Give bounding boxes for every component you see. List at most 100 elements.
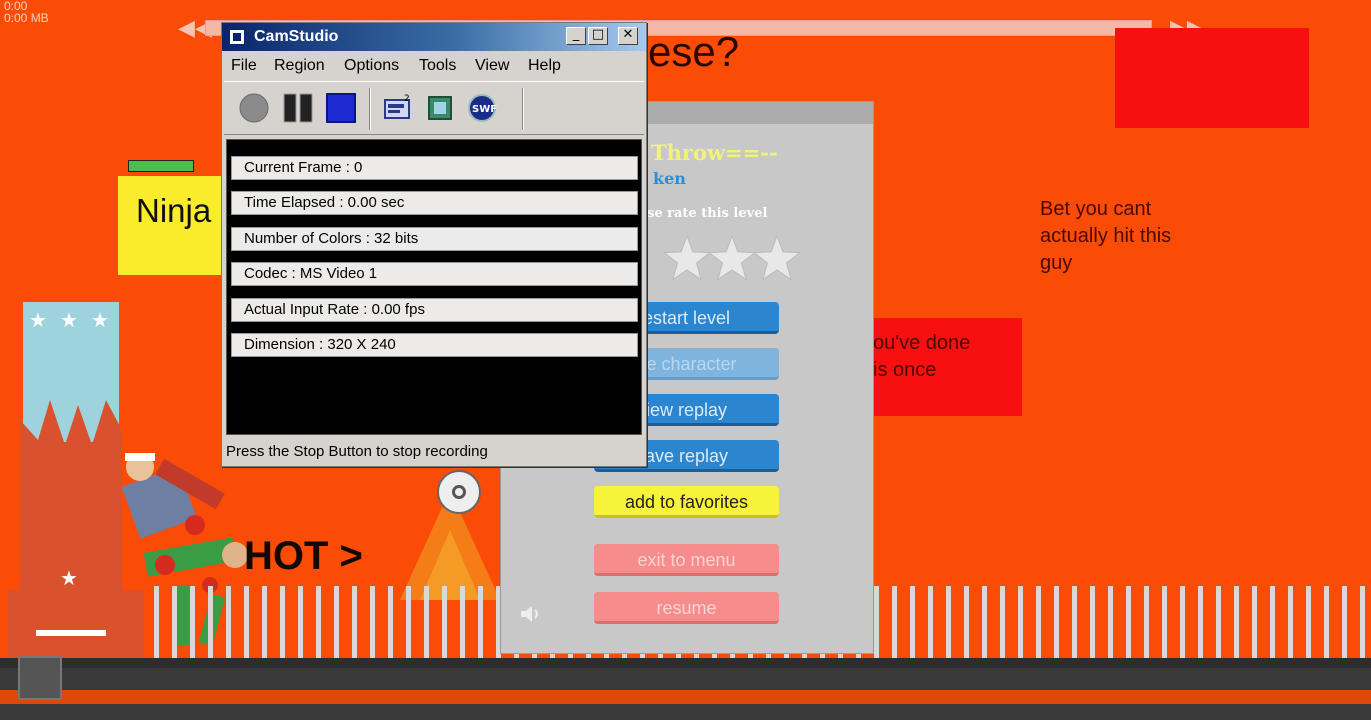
menu-options[interactable]: Options [344, 57, 399, 75]
fence-post [1144, 586, 1149, 658]
fence-post [1036, 586, 1041, 658]
fence-post [172, 586, 177, 658]
rating-star-icon[interactable] [752, 234, 802, 281]
rate-level-label: se rate this level [647, 206, 768, 221]
stop-icon[interactable] [325, 92, 357, 124]
annotation-icon[interactable] [424, 92, 456, 124]
fence-post [262, 586, 267, 658]
rating-stars[interactable] [647, 230, 807, 290]
fence-post [208, 586, 213, 658]
fence-post [1198, 586, 1203, 658]
window-title: CamStudio [254, 28, 339, 45]
title-bar[interactable]: CamStudio _ □ ✕ [222, 23, 646, 51]
fence-post [1018, 586, 1023, 658]
fence-post [190, 586, 195, 658]
tower-body [20, 400, 122, 590]
fence-post [946, 586, 951, 658]
fence-post [478, 586, 483, 658]
fence-post [928, 586, 933, 658]
toolbar-separator [522, 88, 524, 130]
fence-post [1324, 586, 1329, 658]
fence-post [226, 586, 231, 658]
wheel-icon [437, 470, 481, 514]
recording-overlay: 0:00 0:00 MB [4, 0, 49, 24]
fence-post [352, 586, 357, 658]
minimize-button[interactable]: _ [566, 27, 586, 45]
fence-post [1054, 586, 1059, 658]
fence-post [244, 586, 249, 658]
done-line-2: is once [873, 359, 937, 381]
bet-line-3: guy [1040, 252, 1073, 274]
sound-icon[interactable] [519, 604, 543, 624]
fence-post [1252, 586, 1257, 658]
recording-size: 0:00 MB [4, 11, 49, 25]
menu-file[interactable]: File [231, 57, 257, 75]
fence-post [442, 586, 447, 658]
toolbar-separator [369, 88, 371, 130]
fence-post [1342, 586, 1347, 658]
status-bar-text: Press the Stop Button to stop recording [226, 443, 488, 460]
menu-region[interactable]: Region [274, 57, 325, 75]
rating-star-icon[interactable] [707, 234, 757, 281]
ninja-sign-text: Ninja [136, 192, 212, 229]
fence-post [1090, 586, 1095, 658]
fence-post [406, 586, 411, 658]
fence-post [892, 586, 897, 658]
star-icon: ★ [60, 568, 78, 590]
fence-post [874, 586, 879, 658]
dimension: Dimension : 320 X 240 [231, 333, 638, 357]
fence-post [910, 586, 915, 658]
fence-post [1126, 586, 1131, 658]
resize-icon[interactable] [18, 656, 62, 700]
codec: Codec : MS Video 1 [231, 262, 638, 286]
ground-strip [0, 690, 1371, 704]
fence-post [1000, 586, 1005, 658]
menu-tools[interactable]: Tools [419, 57, 456, 75]
close-button[interactable]: ✕ [618, 27, 638, 45]
star-icon: ★ [60, 310, 78, 332]
fence-post [298, 586, 303, 658]
fence-post [280, 586, 285, 658]
swf-label: SWF [472, 104, 497, 115]
number-of-colors: Number of Colors : 32 bits [231, 227, 638, 251]
menu-view[interactable]: View [475, 57, 509, 75]
record-icon[interactable] [238, 92, 270, 124]
fence-post [1216, 586, 1221, 658]
fence-post [982, 586, 987, 658]
green-marker-icon [128, 160, 194, 172]
fence-post [1270, 586, 1275, 658]
fence-post [1306, 586, 1311, 658]
fence-post [388, 586, 393, 658]
fence-post [460, 586, 465, 658]
toolbar: 2 SWF [224, 81, 644, 135]
fence-post [1162, 586, 1167, 658]
fence-post [334, 586, 339, 658]
add-to-favorites-button[interactable]: add to favorites [594, 486, 779, 518]
level-author: ken [653, 169, 686, 188]
rating-star-icon[interactable] [662, 234, 712, 281]
actual-input-rate: Actual Input Rate : 0.00 fps [231, 298, 638, 322]
fence-post [1234, 586, 1239, 658]
time-elapsed: Time Elapsed : 0.00 sec [231, 191, 638, 215]
maximize-button[interactable]: □ [588, 27, 608, 45]
star-icon: ★ [29, 310, 47, 332]
exit-to-menu-button[interactable]: exit to menu [594, 544, 779, 576]
region-icon[interactable]: 2 [382, 92, 414, 124]
pause-icon[interactable] [282, 92, 314, 124]
swf-icon[interactable]: SWF [466, 92, 498, 124]
fence-post [1360, 586, 1365, 658]
camstudio-app-icon [229, 29, 245, 45]
bet-line-1: Bet you cant [1040, 198, 1152, 220]
tower-stripe [36, 630, 106, 636]
recording-info-panel: Current Frame : 0 Time Elapsed : 0.00 se… [226, 139, 642, 435]
done-sign-text: ou've done is once [873, 330, 970, 384]
bet-sign-text: Bet you cant actually hit this guy [1040, 196, 1171, 277]
level-title: Throw==-- [651, 140, 778, 165]
menu-help[interactable]: Help [528, 57, 561, 75]
level-sign-text: ese? [648, 28, 740, 75]
resume-button[interactable]: resume [594, 592, 779, 624]
fence-post [1072, 586, 1077, 658]
hot-sign-text: HOT > [244, 534, 363, 578]
menu-bar: File Region Options Tools View Help [222, 53, 646, 77]
red-sign-block [1115, 28, 1309, 128]
